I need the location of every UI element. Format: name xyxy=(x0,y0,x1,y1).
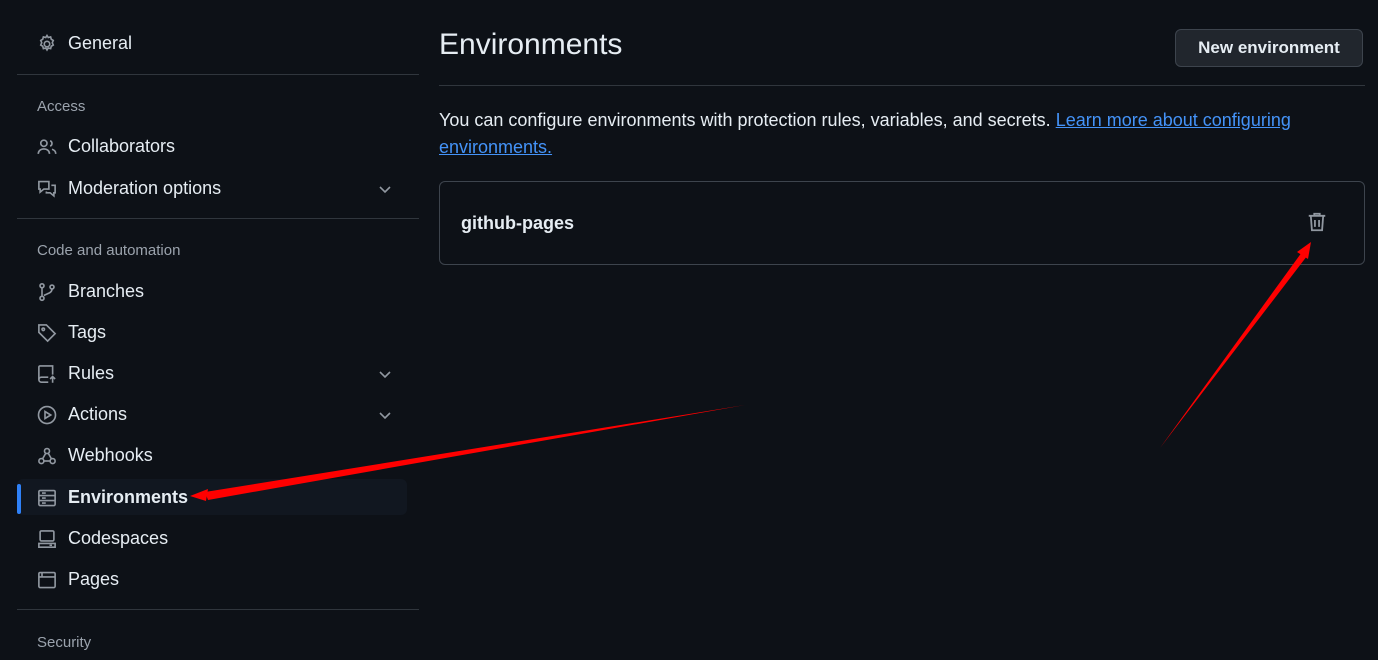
title-divider xyxy=(439,85,1365,86)
trash-icon[interactable] xyxy=(1306,211,1330,235)
sidebar-item-environments[interactable]: Environments xyxy=(17,479,407,515)
play-icon xyxy=(37,405,57,425)
sidebar-item-codespaces[interactable]: Codespaces xyxy=(17,520,407,556)
sidebar-item-label: Webhooks xyxy=(68,444,153,465)
repo-push-icon xyxy=(37,364,57,384)
sidebar-section-security: Security xyxy=(37,634,92,651)
sidebar-item-branches[interactable]: Branches xyxy=(17,273,407,309)
sidebar-item-label: Tags xyxy=(68,321,107,342)
sidebar-divider xyxy=(17,74,419,75)
sidebar-item-moderation-options[interactable]: Moderation options xyxy=(17,170,407,206)
sidebar-item-label: General xyxy=(68,32,133,53)
git-branch-icon xyxy=(37,282,57,302)
page-title: Environments xyxy=(439,28,623,61)
webhook-icon xyxy=(37,446,57,466)
sidebar-item-label: Pages xyxy=(68,568,120,589)
sidebar-item-label: Moderation options xyxy=(68,177,222,198)
sidebar-section-code-automation: Code and automation xyxy=(37,242,181,259)
new-environment-button[interactable]: New environment xyxy=(1175,29,1363,67)
sidebar-item-webhooks[interactable]: Webhooks xyxy=(17,437,407,473)
browser-icon xyxy=(37,570,57,590)
tag-icon xyxy=(37,323,57,343)
sidebar-divider xyxy=(17,609,419,610)
annotation-arrow-trash xyxy=(1160,252,1307,448)
sidebar-divider xyxy=(17,218,419,219)
sidebar-item-tags[interactable]: Tags xyxy=(17,314,407,350)
sidebar-item-label: Branches xyxy=(68,280,145,301)
sidebar-item-label: Rules xyxy=(68,362,115,383)
sidebar-item-collaborators[interactable]: Collaborators xyxy=(17,128,407,164)
sidebar-item-actions[interactable]: Actions xyxy=(17,396,407,432)
settings-page: General Access Collaborators Moderation … xyxy=(0,0,1378,660)
sidebar-item-label: Collaborators xyxy=(68,135,176,156)
description-text: You can configure environments with prot… xyxy=(439,110,1051,130)
codespaces-icon xyxy=(37,529,57,549)
sidebar-item-rules[interactable]: Rules xyxy=(17,355,407,391)
sidebar-item-label: Environments xyxy=(68,486,189,507)
environment-list: github-pages xyxy=(439,181,1365,265)
sidebar-item-label: Actions xyxy=(68,403,128,424)
active-item-indicator xyxy=(17,484,21,514)
people-icon xyxy=(37,137,57,157)
server-icon xyxy=(37,488,57,508)
environment-name[interactable]: github-pages xyxy=(461,213,574,234)
chevron-down-icon[interactable] xyxy=(377,181,393,197)
sidebar-item-general[interactable]: General xyxy=(17,25,407,61)
sidebar-section-access: Access xyxy=(37,98,86,115)
environments-description: You can configure environments with prot… xyxy=(439,107,1319,161)
chevron-down-icon[interactable] xyxy=(377,407,393,423)
gear-icon xyxy=(37,34,57,54)
chevron-down-icon[interactable] xyxy=(377,366,393,382)
comment-discussion-icon xyxy=(37,179,57,199)
sidebar-item-label: Codespaces xyxy=(68,527,169,548)
sidebar-item-pages[interactable]: Pages xyxy=(17,561,407,597)
